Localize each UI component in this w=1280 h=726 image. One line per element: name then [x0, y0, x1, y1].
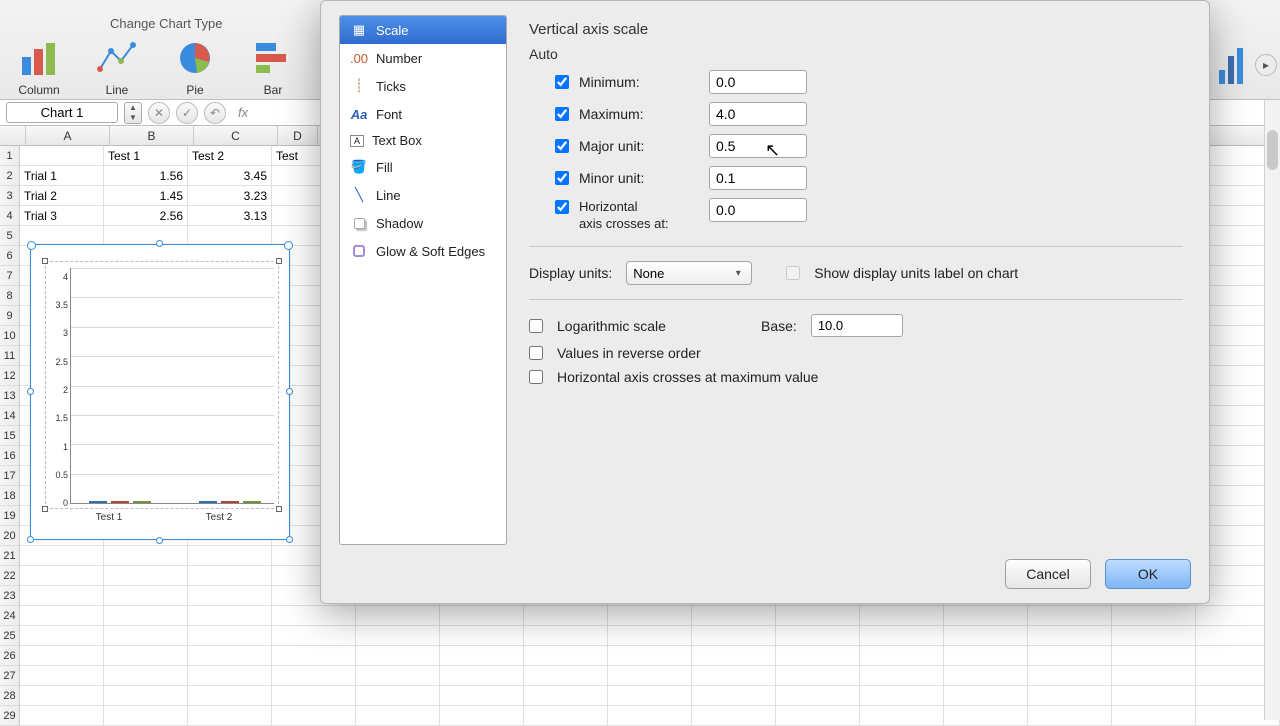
mini-column-icon[interactable] [1219, 46, 1249, 84]
dialog-panel: Vertical axis scale Auto Minimum: Maximu… [521, 15, 1191, 545]
field-minimum: Minimum: [555, 70, 1183, 94]
checkbox-axis-crosses[interactable] [555, 200, 569, 214]
row-headers[interactable]: 1234567891011121314151617181920212223242… [0, 146, 20, 726]
checkbox-minimum[interactable] [555, 75, 569, 89]
sidebar-item-number[interactable]: .00Number [340, 44, 506, 72]
display-units-row: Display units: None ▾ Show display units… [529, 261, 1183, 285]
ribbon-group-title: Change Chart Type [110, 16, 223, 31]
log-scale-row: Logarithmic scale Base: [529, 314, 1183, 337]
sidebar-item-shadow[interactable]: Shadow [340, 209, 506, 237]
sidebar-item-ticks[interactable]: ┊Ticks [340, 72, 506, 100]
vertical-scrollbar[interactable] [1264, 100, 1280, 720]
checkbox-major-unit[interactable] [555, 139, 569, 153]
ticks-icon: ┊ [350, 77, 368, 95]
glow-icon [350, 242, 368, 260]
reverse-row: Values in reverse order [529, 345, 1183, 361]
line-icon: ╲ [350, 186, 368, 204]
checkbox-cross-max[interactable] [529, 370, 543, 384]
checkbox-reverse-order[interactable] [529, 346, 543, 360]
field-axis-crosses: Horizontalaxis crosses at: [555, 198, 1183, 232]
dialog-sidebar: ▦Scale .00Number ┊Ticks AaFont AText Box… [339, 15, 507, 545]
fill-icon: 🪣 [350, 158, 368, 176]
confirm-entry-icon[interactable]: ✓ [176, 102, 198, 124]
field-major-unit: Major unit: [555, 134, 1183, 158]
name-box[interactable]: Chart 1 [6, 102, 118, 123]
ribbon-right: ▸ [1216, 30, 1280, 100]
format-axis-dialog: ▦Scale .00Number ┊Ticks AaFont AText Box… [320, 0, 1210, 604]
fx-label: fx [238, 105, 248, 120]
ribbon-pie[interactable]: Pie [166, 37, 224, 97]
name-box-stepper[interactable]: ▲▼ [124, 102, 142, 124]
ribbon-column[interactable]: Column [10, 37, 68, 97]
undo-icon[interactable]: ↶ [204, 102, 226, 124]
ok-button[interactable]: OK [1105, 559, 1191, 589]
checkbox-maximum[interactable] [555, 107, 569, 121]
number-icon: .00 [350, 49, 368, 67]
chevron-up-down-icon: ▾ [731, 268, 745, 279]
font-icon: Aa [350, 105, 368, 123]
shadow-icon [350, 214, 368, 232]
embedded-chart[interactable]: 00.511.522.533.54 Test 1Test 2 [30, 244, 290, 540]
y-axis: 00.511.522.533.54 [46, 262, 70, 508]
bar-chart-icon [252, 37, 294, 79]
checkbox-log-scale[interactable] [529, 319, 543, 333]
scale-icon: ▦ [350, 21, 368, 39]
sidebar-item-glow[interactable]: Glow & Soft Edges [340, 237, 506, 265]
plot-area[interactable]: 00.511.522.533.54 Test 1Test 2 [45, 261, 279, 509]
pie-chart-icon [174, 37, 216, 79]
sidebar-item-scale[interactable]: ▦Scale [340, 16, 506, 44]
checkbox-show-units-label [786, 266, 800, 280]
ribbon-bar[interactable]: Bar [244, 37, 302, 97]
column-chart-icon [18, 37, 60, 79]
panel-title: Vertical axis scale [529, 21, 1183, 38]
input-minimum[interactable] [709, 70, 807, 94]
input-log-base[interactable] [811, 314, 903, 337]
cancel-button[interactable]: Cancel [1005, 559, 1091, 589]
display-units-select[interactable]: None ▾ [626, 261, 752, 285]
input-maximum[interactable] [709, 102, 807, 126]
sidebar-item-textbox[interactable]: AText Box [340, 128, 506, 153]
plot-canvas: Test 1Test 2 [70, 268, 274, 504]
expand-icon[interactable]: ▸ [1255, 54, 1277, 76]
input-major-unit[interactable] [709, 134, 807, 158]
cancel-entry-icon[interactable]: ✕ [148, 102, 170, 124]
cross-max-row: Horizontal axis crosses at maximum value [529, 369, 1183, 385]
ribbon-line[interactable]: Line [88, 37, 146, 97]
sidebar-item-fill[interactable]: 🪣Fill [340, 153, 506, 181]
auto-label: Auto [529, 46, 1183, 62]
line-chart-icon [96, 37, 138, 79]
sidebar-item-line[interactable]: ╲Line [340, 181, 506, 209]
checkbox-minor-unit[interactable] [555, 171, 569, 185]
field-maximum: Maximum: [555, 102, 1183, 126]
field-minor-unit: Minor unit: [555, 166, 1183, 190]
sidebar-item-font[interactable]: AaFont [340, 100, 506, 128]
textbox-icon: A [350, 135, 364, 147]
input-axis-crosses[interactable] [709, 198, 807, 222]
input-minor-unit[interactable] [709, 166, 807, 190]
